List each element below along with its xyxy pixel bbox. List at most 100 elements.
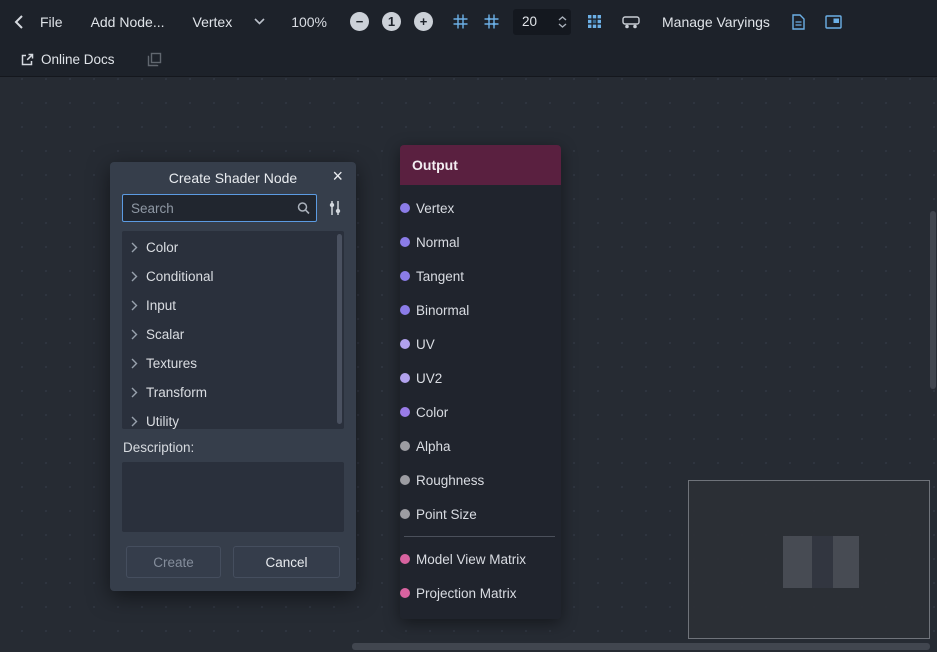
chevron-right-icon (131, 387, 138, 398)
output-node: Output Vertex Normal Tangent Binormal (400, 145, 561, 619)
minimap-view-rect (783, 536, 859, 588)
filter-button[interactable] (326, 198, 344, 218)
port-label: Vertex (416, 201, 454, 216)
grid-toggle-button[interactable] (480, 10, 503, 33)
create-button[interactable]: Create (126, 546, 221, 578)
port-row-alpha: Alpha (400, 429, 561, 463)
port-dot-vertex[interactable] (400, 203, 410, 213)
port-label: Color (416, 405, 448, 420)
tree-item-label: Scalar (146, 327, 184, 342)
search-icon (297, 202, 310, 215)
port-dot-tangent[interactable] (400, 271, 410, 281)
file-menu-button[interactable]: File (30, 8, 73, 36)
dialog-title: Create Shader Node (169, 170, 297, 186)
port-dot-normal[interactable] (400, 237, 410, 247)
port-row-tangent: Tangent (400, 259, 561, 293)
arrange-nodes-button[interactable] (618, 11, 644, 33)
shader-code-button[interactable] (788, 10, 809, 34)
port-label: Point Size (416, 507, 477, 522)
tree-item-label: Input (146, 298, 176, 313)
horizontal-scrollbar-thumb[interactable] (352, 643, 930, 650)
tree-item-label: Textures (146, 356, 197, 371)
tree-item-scalar[interactable]: Scalar (122, 320, 344, 349)
dialog-body: Color Conditional Input Scalar (110, 193, 356, 578)
create-shader-node-dialog: Create Shader Node × (110, 162, 356, 591)
port-dot-uv[interactable] (400, 339, 410, 349)
port-dot-roughness[interactable] (400, 475, 410, 485)
arrange-nodes-icon (622, 15, 640, 29)
cancel-button[interactable]: Cancel (233, 546, 340, 578)
snap-distance-value: 20 (522, 14, 556, 29)
zoom-reset-button[interactable]: 1 (382, 12, 401, 31)
output-node-header[interactable]: Output (400, 145, 561, 185)
chevron-right-icon (131, 300, 138, 311)
tree-item-utility[interactable]: Utility (122, 407, 344, 429)
port-label: Tangent (416, 269, 464, 284)
zoom-out-button[interactable]: − (350, 12, 369, 31)
port-row-uv2: UV2 (400, 361, 561, 395)
copy-icon (147, 52, 162, 67)
close-button[interactable]: × (328, 165, 347, 187)
tree-item-conditional[interactable]: Conditional (122, 262, 344, 291)
output-node-body: Vertex Normal Tangent Binormal UV (400, 185, 561, 619)
tree-item-label: Color (146, 240, 178, 255)
zoom-in-button[interactable]: + (414, 12, 433, 31)
shader-stage-value: Vertex (193, 14, 233, 30)
search-input[interactable] (122, 194, 317, 222)
shader-stage-dropdown[interactable]: Vertex (181, 9, 278, 35)
main-toolbar: File Add Node... Vertex 100% − 1 + 20 (0, 0, 937, 43)
graph-minimap[interactable] (688, 480, 930, 639)
pixel-grid-icon (587, 14, 602, 29)
port-label: Normal (416, 235, 460, 250)
float-window-button[interactable] (821, 11, 846, 33)
manage-varyings-button[interactable]: Manage Varyings (652, 8, 780, 36)
filter-sliders-icon (328, 200, 342, 216)
port-label: Binormal (416, 303, 469, 318)
chevron-right-icon (131, 242, 138, 253)
grid-icon (484, 14, 499, 29)
port-label: Model View Matrix (416, 552, 526, 567)
description-label: Description: (122, 440, 344, 455)
zoom-level-label: 100% (291, 14, 327, 30)
tree-item-label: Utility (146, 414, 179, 429)
graph-canvas[interactable]: Create Shader Node × (0, 77, 937, 651)
duplicate-button[interactable] (143, 48, 166, 71)
description-box (122, 462, 344, 532)
dialog-titlebar[interactable]: Create Shader Node × (110, 162, 356, 193)
grid-pattern-button[interactable] (583, 10, 606, 33)
minimap-node-rect (812, 536, 833, 588)
snap-distance-input[interactable]: 20 (513, 9, 571, 35)
tree-item-label: Conditional (146, 269, 214, 284)
port-row-binormal: Binormal (400, 293, 561, 327)
tree-item-input[interactable]: Input (122, 291, 344, 320)
port-label: Projection Matrix (416, 586, 517, 601)
online-docs-button[interactable]: Online Docs (14, 47, 121, 72)
tree-item-textures[interactable]: Textures (122, 349, 344, 378)
external-link-icon (20, 53, 34, 67)
tree-item-color[interactable]: Color (122, 233, 344, 262)
tree-item-transform[interactable]: Transform (122, 378, 344, 407)
port-dot-color[interactable] (400, 407, 410, 417)
float-window-icon (825, 15, 842, 29)
port-dot-projection-matrix[interactable] (400, 588, 410, 598)
spinner-arrows[interactable] (556, 16, 571, 28)
port-dot-point-size[interactable] (400, 509, 410, 519)
document-icon (792, 14, 805, 30)
back-button[interactable] (10, 10, 28, 34)
port-row-model-view-matrix: Model View Matrix (400, 542, 561, 576)
chevron-right-icon (131, 329, 138, 340)
port-label: Roughness (416, 473, 484, 488)
add-node-button[interactable]: Add Node... (81, 8, 175, 36)
port-dot-uv2[interactable] (400, 373, 410, 383)
port-dot-binormal[interactable] (400, 305, 410, 315)
port-row-projection-matrix: Projection Matrix (400, 576, 561, 610)
vertical-scrollbar-thumb[interactable] (930, 211, 936, 389)
snap-toggle-button[interactable] (449, 10, 472, 33)
chevron-right-icon (131, 271, 138, 282)
docs-toolbar: Online Docs (0, 43, 937, 77)
port-dot-model-view-matrix[interactable] (400, 554, 410, 564)
port-row-vertex: Vertex (400, 191, 561, 225)
tree-scrollbar[interactable] (337, 234, 342, 424)
port-dot-alpha[interactable] (400, 441, 410, 451)
port-row-uv: UV (400, 327, 561, 361)
